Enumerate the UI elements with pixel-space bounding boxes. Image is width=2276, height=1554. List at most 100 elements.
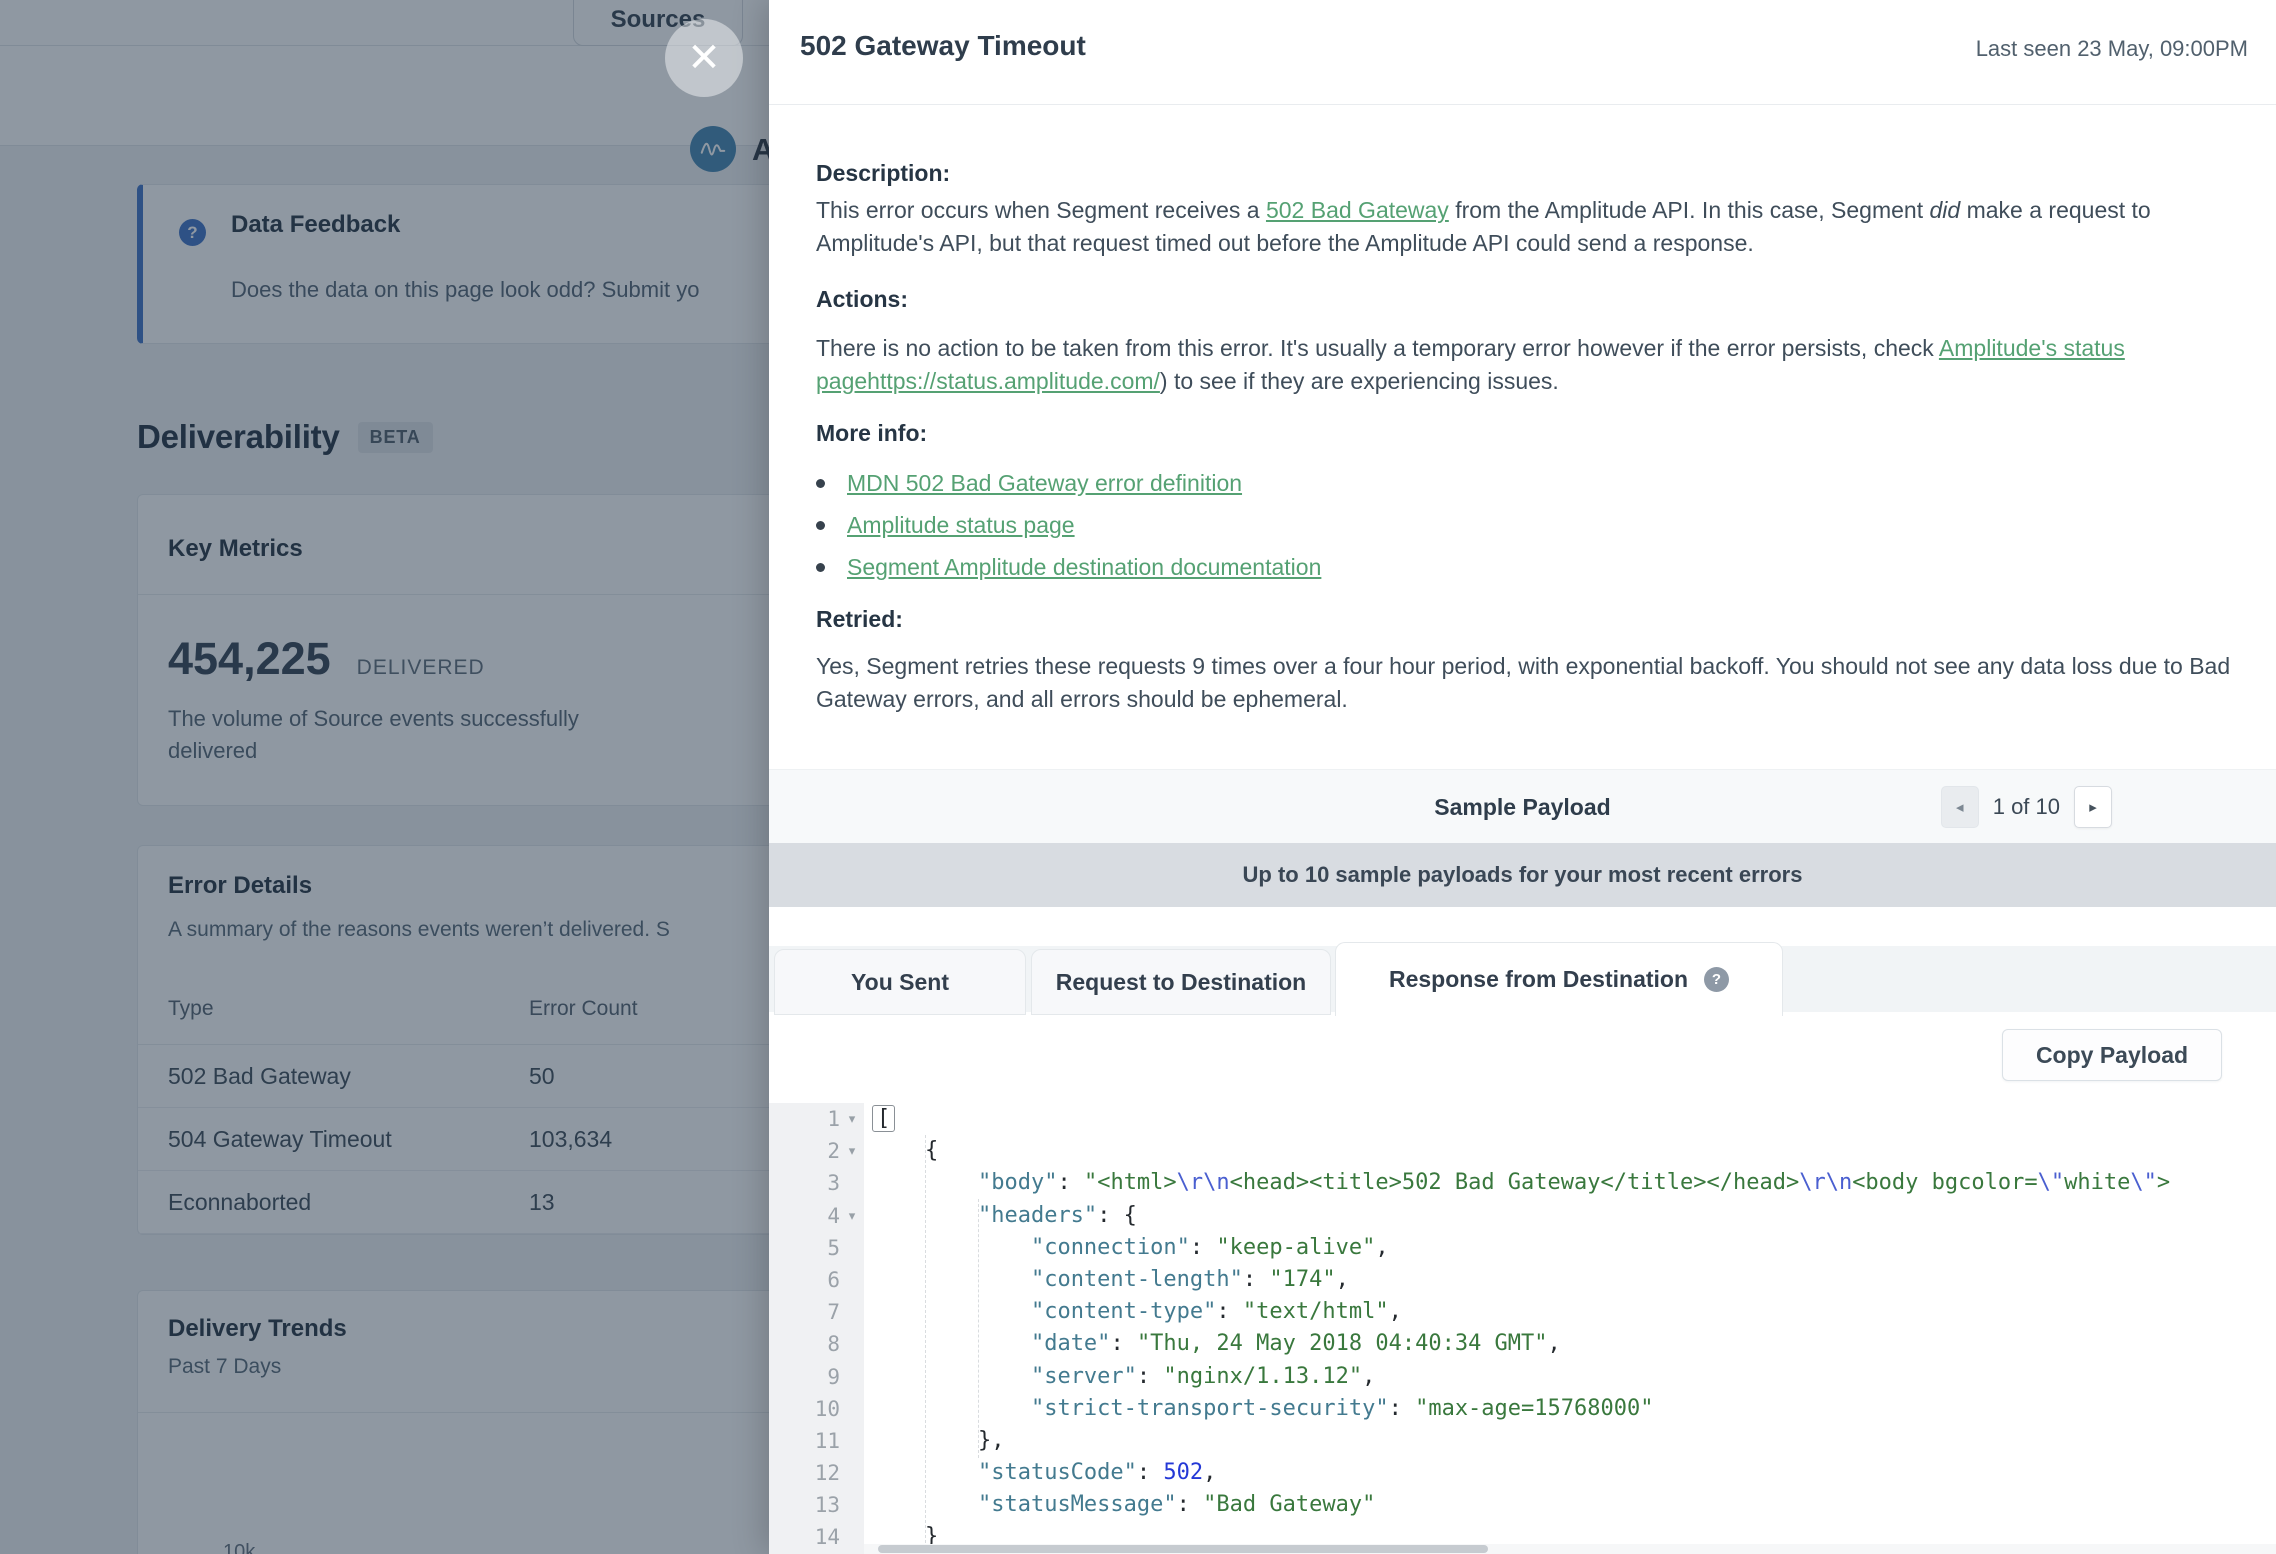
more-info-list: MDN 502 Bad Gateway error definition Ampl… — [816, 462, 1321, 588]
tab-response-from-destination[interactable]: Response from Destination? — [1335, 942, 1783, 1016]
code-source: "date": "Thu, 24 May 2018 04:40:34 GMT", — [872, 1328, 1561, 1360]
next-arrow-icon: ▸ — [2089, 798, 2097, 816]
pager-prev-button[interactable]: ◂ — [1941, 786, 1979, 828]
fold-spacer — [840, 1296, 864, 1328]
copy-payload-button[interactable]: Copy Payload — [2002, 1029, 2222, 1081]
line-number: 5 — [769, 1232, 840, 1264]
code-token: "server" — [1031, 1364, 1137, 1389]
fold-caret-icon[interactable]: ▾ — [840, 1103, 864, 1135]
code-token: \" — [2038, 1170, 2065, 1195]
fold-spacer — [840, 1361, 864, 1393]
description-label: Description: — [816, 160, 950, 187]
code-line: 1▾ [ — [769, 1103, 2276, 1135]
code-token: [ — [872, 1105, 895, 1132]
code-token: "text/html" — [1243, 1299, 1389, 1324]
bullet-dot — [816, 521, 825, 530]
more-info-link[interactable]: MDN 502 Bad Gateway error definition — [847, 470, 1242, 497]
code-token: "nginx/1.13.12" — [1163, 1364, 1362, 1389]
code-token: "content-length" — [1031, 1267, 1243, 1292]
text-run: Yes, Segment retries these requests 9 ti… — [816, 653, 2230, 712]
fold-spacer — [840, 1167, 864, 1199]
code-token: : — [1057, 1170, 1084, 1195]
close-button[interactable]: ✕ — [665, 19, 743, 97]
line-number: 9 — [769, 1361, 840, 1393]
code-token: "headers" — [978, 1203, 1097, 1228]
code-token: \r\n — [1799, 1170, 1852, 1195]
code-source: "content-length": "174", — [872, 1264, 1349, 1296]
code-source: "statusCode": 502, — [872, 1457, 1216, 1489]
code-line: 13 "statusMessage": "Bad Gateway" — [769, 1489, 2276, 1521]
more-info-label: More info: — [816, 420, 927, 447]
code-token: : — [1190, 1235, 1217, 1260]
code-source: "server": "nginx/1.13.12", — [872, 1361, 1375, 1393]
payload-code-editor[interactable]: 1▾[2▾ {3 "body": "<html>\r\n<head><title… — [769, 1103, 2276, 1554]
code-token: , — [1375, 1235, 1388, 1260]
fold-caret-icon[interactable]: ▾ — [840, 1135, 864, 1167]
code-token — [872, 1235, 1031, 1260]
code-source: "headers": { — [872, 1200, 1137, 1232]
code-token — [872, 1203, 978, 1228]
actions-label: Actions: — [816, 286, 908, 313]
line-number: 3 — [769, 1167, 840, 1199]
inline-link[interactable]: 502 Bad Gateway — [1266, 197, 1449, 223]
code-token: "connection" — [1031, 1235, 1190, 1260]
line-number: 2 — [769, 1135, 840, 1167]
more-info-link[interactable]: Amplitude status page — [847, 512, 1075, 539]
code-token — [872, 1492, 978, 1517]
code-token: \r\n — [1177, 1170, 1230, 1195]
code-source: "statusMessage": "Bad Gateway" — [872, 1489, 1375, 1521]
fold-spacer — [840, 1521, 864, 1553]
code-token — [872, 1364, 1031, 1389]
code-line: 4▾ "headers": { — [769, 1200, 2276, 1232]
more-info-link[interactable]: Segment Amplitude destination documentat… — [847, 554, 1321, 581]
last-seen-timestamp: Last seen 23 May, 09:00PM — [1976, 36, 2248, 62]
fold-spacer — [840, 1393, 864, 1425]
line-number: 4 — [769, 1200, 840, 1232]
help-icon[interactable]: ? — [1704, 967, 1729, 992]
retried-label: Retried: — [816, 606, 903, 633]
prev-arrow-icon: ◂ — [1956, 798, 1964, 816]
code-token — [872, 1460, 978, 1485]
more-info-item: Amplitude status page — [816, 504, 1321, 546]
line-number: 7 — [769, 1296, 840, 1328]
code-token: "174" — [1269, 1267, 1335, 1292]
line-number: 6 — [769, 1264, 840, 1296]
fold-caret-icon[interactable]: ▾ — [840, 1200, 864, 1232]
code-lines: 1▾[2▾ {3 "body": "<html>\r\n<head><title… — [769, 1103, 2276, 1554]
text-run: There is no action to be taken from this… — [816, 335, 1939, 361]
code-source: [ — [872, 1103, 895, 1135]
code-line: 11 }, — [769, 1425, 2276, 1457]
code-token — [872, 1396, 1031, 1421]
code-token: : { — [1097, 1203, 1137, 1228]
code-source: "content-type": "text/html", — [872, 1296, 1402, 1328]
code-token: : — [1243, 1267, 1270, 1292]
sample-payload-bar: Sample Payload ◂ 1 of 10 ▸ — [769, 769, 2276, 843]
tab-request-to-destination[interactable]: Request to Destination — [1031, 949, 1331, 1015]
fold-spacer — [840, 1232, 864, 1264]
code-token: > — [2157, 1170, 2170, 1195]
code-source: { — [872, 1135, 938, 1167]
payload-notice-bar: Up to 10 sample payloads for your most r… — [769, 843, 2276, 907]
payload-tab-rail: You SentRequest to DestinationResponse f… — [769, 946, 2276, 1012]
error-detail-panel: 502 Gateway Timeout Last seen 23 May, 09… — [769, 0, 2276, 1554]
close-icon: ✕ — [687, 38, 721, 78]
fold-spacer — [840, 1489, 864, 1521]
code-token: "strict-transport-security" — [1031, 1396, 1389, 1421]
code-token: : — [1177, 1492, 1204, 1517]
fold-spacer — [840, 1328, 864, 1360]
tab-you-sent[interactable]: You Sent — [774, 949, 1026, 1015]
code-token: : — [1110, 1331, 1137, 1356]
line-number: 10 — [769, 1393, 840, 1425]
line-number: 1 — [769, 1103, 840, 1135]
code-line: 9 "server": "nginx/1.13.12", — [769, 1361, 2276, 1393]
pager-next-button[interactable]: ▸ — [2074, 786, 2112, 828]
horizontal-scrollbar — [864, 1544, 2276, 1554]
payload-pager: ◂ 1 of 10 ▸ — [1941, 786, 2112, 828]
code-source: "body": "<html>\r\n<head><title>502 Bad … — [872, 1167, 2170, 1199]
tab-label: You Sent — [851, 969, 949, 996]
code-token: : — [1389, 1396, 1416, 1421]
pager-label: 1 of 10 — [1993, 794, 2060, 820]
fold-spacer — [840, 1425, 864, 1457]
scrollbar-thumb[interactable] — [878, 1545, 1488, 1553]
code-line: 12 "statusCode": 502, — [769, 1457, 2276, 1489]
